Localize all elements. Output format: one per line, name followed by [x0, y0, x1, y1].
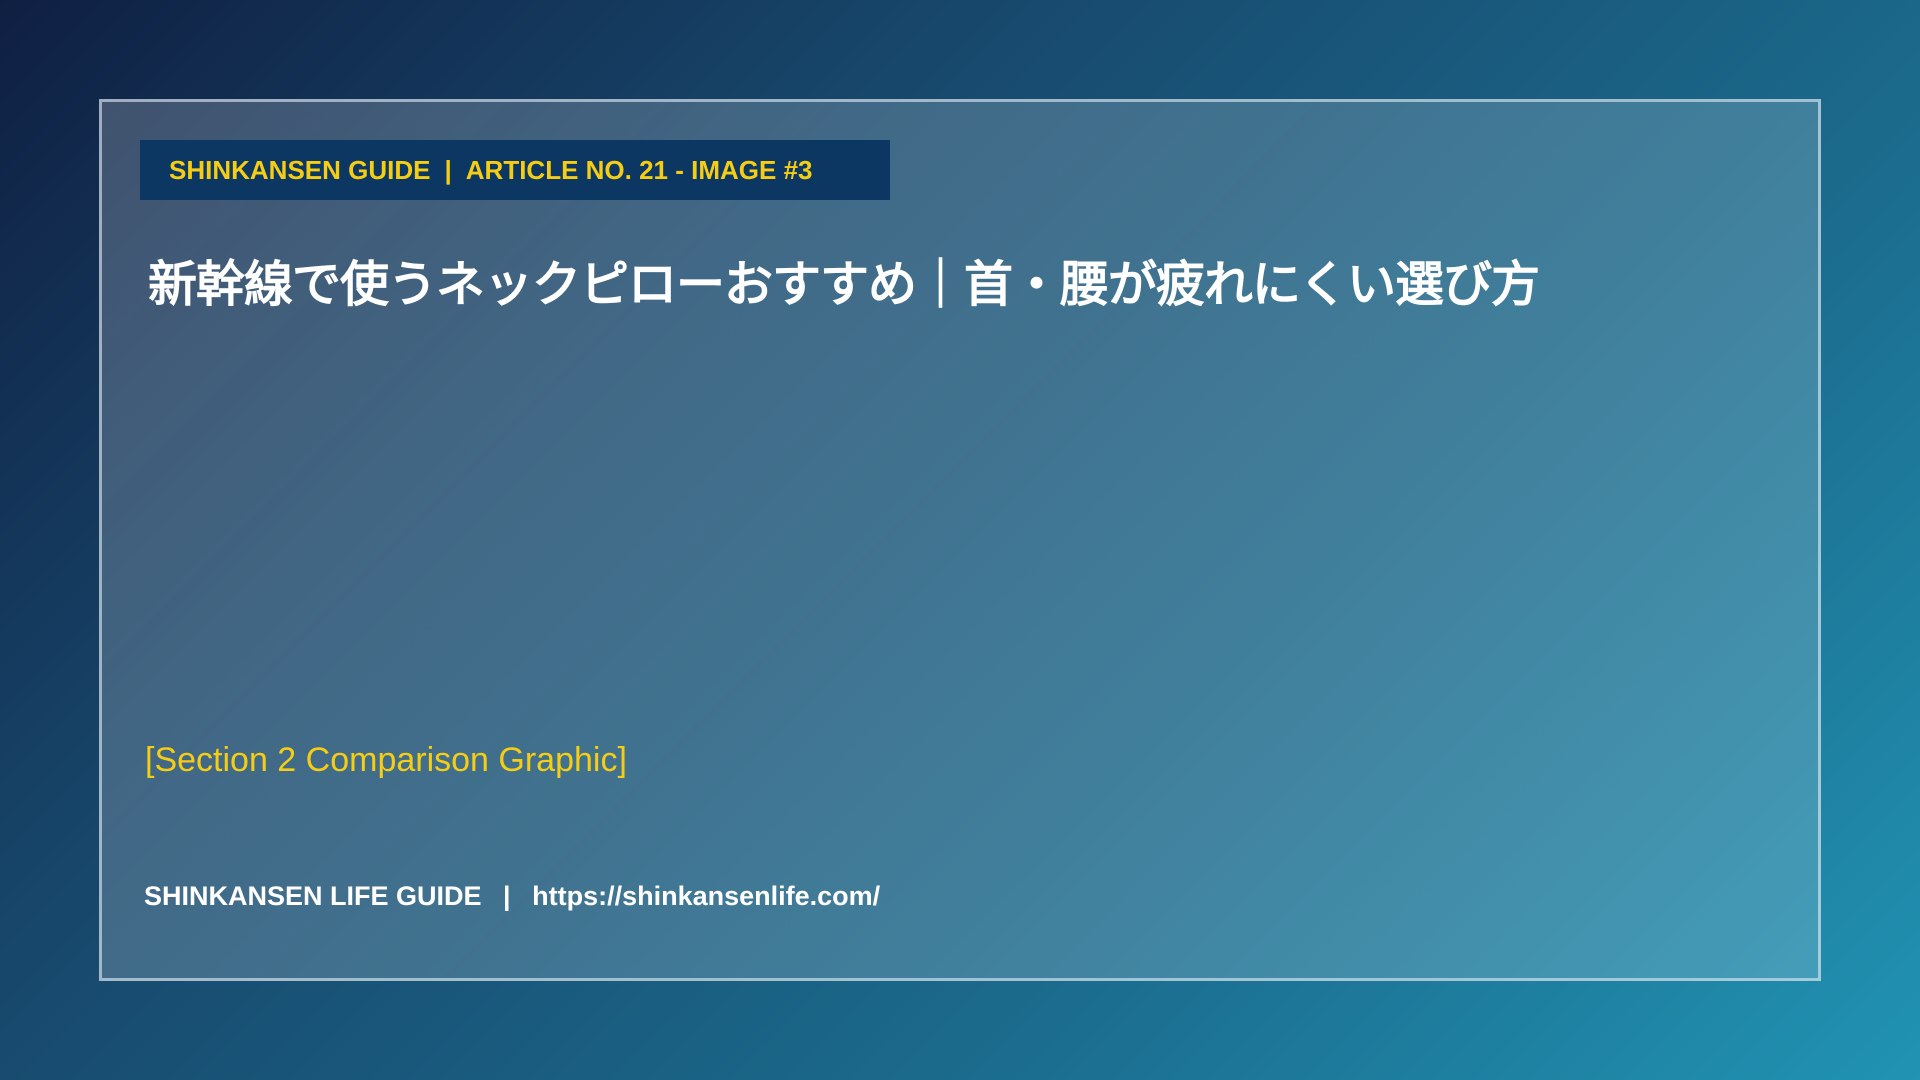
page-title: 新幹線で使うネックピローおすすめ｜首・腰が疲れにくい選び方	[148, 256, 1540, 313]
article-badge: SHINKANSEN GUIDE | ARTICLE NO. 21 - IMAG…	[140, 140, 890, 200]
footer-url: https://shinkansenlife.com/	[532, 881, 881, 911]
graphic-placeholder: [Section 2 Comparison Graphic]	[145, 741, 627, 779]
content-card	[99, 99, 1821, 981]
footer-brand: SHINKANSEN LIFE GUIDE	[144, 881, 482, 911]
footer-separator: |	[503, 881, 511, 911]
article-label: ARTICLE NO. 21 - IMAGE #3	[465, 154, 813, 185]
badge-separator: |	[444, 154, 452, 185]
footer: SHINKANSEN LIFE GUIDE | https://shinkans…	[144, 878, 880, 914]
series-label: SHINKANSEN GUIDE	[169, 154, 431, 185]
